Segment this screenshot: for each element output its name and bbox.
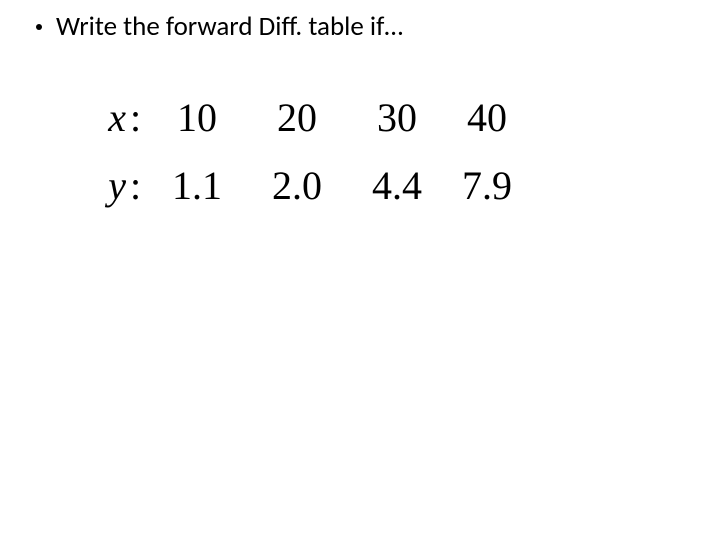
- row-label-y: y: [88, 156, 126, 216]
- table-row: y : 1.1 2.0 4.4 7.9: [88, 156, 532, 216]
- bullet-item: Write the forward Diff. table if…: [36, 10, 403, 43]
- cell: 40: [442, 88, 532, 148]
- table-row: x : 10 20 30 40: [88, 88, 532, 148]
- bullet-text: Write the forward Diff. table if…: [56, 10, 403, 43]
- cell: 10: [152, 88, 242, 148]
- row-colon: :: [126, 156, 152, 216]
- cell: 20: [242, 88, 352, 148]
- row-colon: :: [126, 88, 152, 148]
- cell: 1.1: [152, 156, 242, 216]
- cell: 7.9: [442, 156, 532, 216]
- data-table: x : 10 20 30 40 y : 1.1 2.0 4.4 7.9: [88, 88, 532, 224]
- cell: 30: [352, 88, 442, 148]
- row-label-x: x: [88, 88, 126, 148]
- cell: 2.0: [242, 156, 352, 216]
- bullet-icon: [36, 24, 42, 30]
- cell: 4.4: [352, 156, 442, 216]
